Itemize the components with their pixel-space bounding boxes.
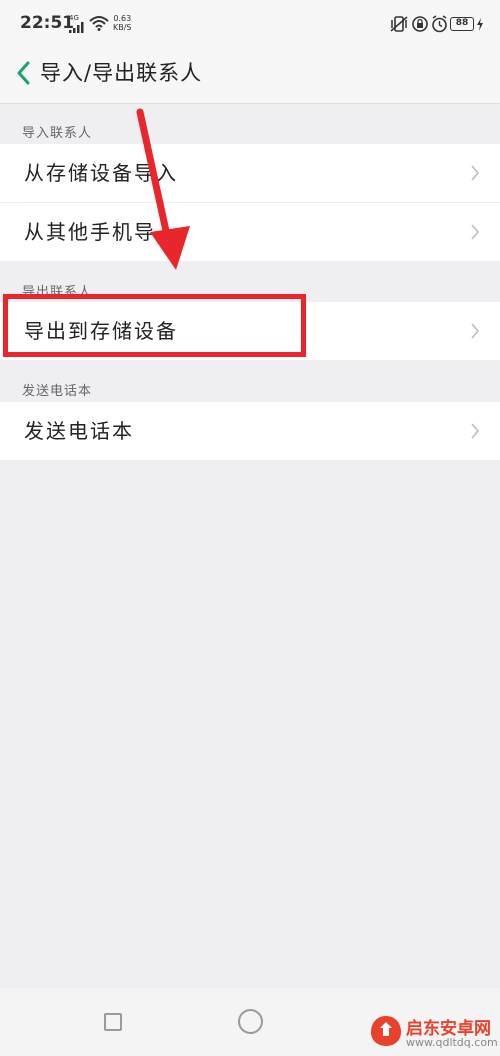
back-arrow-icon[interactable] xyxy=(12,58,36,88)
status-time: 22:51 xyxy=(20,13,75,33)
section-label-send: 发送电话本 xyxy=(22,384,93,399)
watermark-logo-icon xyxy=(371,1016,401,1046)
lock-rotation-icon xyxy=(412,16,428,32)
list-item-import-from-storage[interactable]: 从存储设备导入 xyxy=(0,144,500,202)
list-item-label: 从其他手机导入 xyxy=(24,220,178,244)
list-item-import-from-other-phone[interactable]: 从其他手机导入 xyxy=(0,203,500,261)
watermark-url: www.qdltdq.com xyxy=(406,1036,498,1049)
list-item-label: 从存储设备导入 xyxy=(24,161,178,185)
list-item-label: 发送电话本 xyxy=(24,419,134,443)
home-button[interactable] xyxy=(238,1009,263,1034)
list-item-send-phonebook[interactable]: 发送电话本 xyxy=(0,402,500,460)
chevron-right-icon xyxy=(471,165,480,181)
recent-apps-button[interactable] xyxy=(104,1013,122,1031)
alarm-icon xyxy=(432,15,447,33)
network-speed: 0.63 KB/S xyxy=(113,14,132,32)
chevron-right-icon xyxy=(471,423,480,439)
charging-icon xyxy=(477,18,483,31)
section-label-import: 导入联系人 xyxy=(22,126,93,141)
chevron-right-icon xyxy=(471,323,480,339)
status-bar: 22:51 4G 0.63 KB/S 88 xyxy=(0,0,500,48)
page-title: 导入/导出联系人 xyxy=(40,61,203,85)
wifi-icon xyxy=(89,16,109,31)
app-header: 导入/导出联系人 xyxy=(0,48,500,104)
signal-icon xyxy=(69,22,84,33)
speed-unit: KB/S xyxy=(113,23,132,32)
watermark: 启东安卓网 www.qdltdq.com xyxy=(368,1010,500,1056)
network-type: 4G xyxy=(69,14,79,22)
battery-indicator: 88 xyxy=(450,17,474,31)
vibrate-icon xyxy=(390,16,408,32)
highlight-box xyxy=(3,294,306,357)
speed-value: 0.63 xyxy=(113,14,132,23)
status-icons: 88 xyxy=(390,14,486,34)
chevron-right-icon xyxy=(471,224,480,240)
